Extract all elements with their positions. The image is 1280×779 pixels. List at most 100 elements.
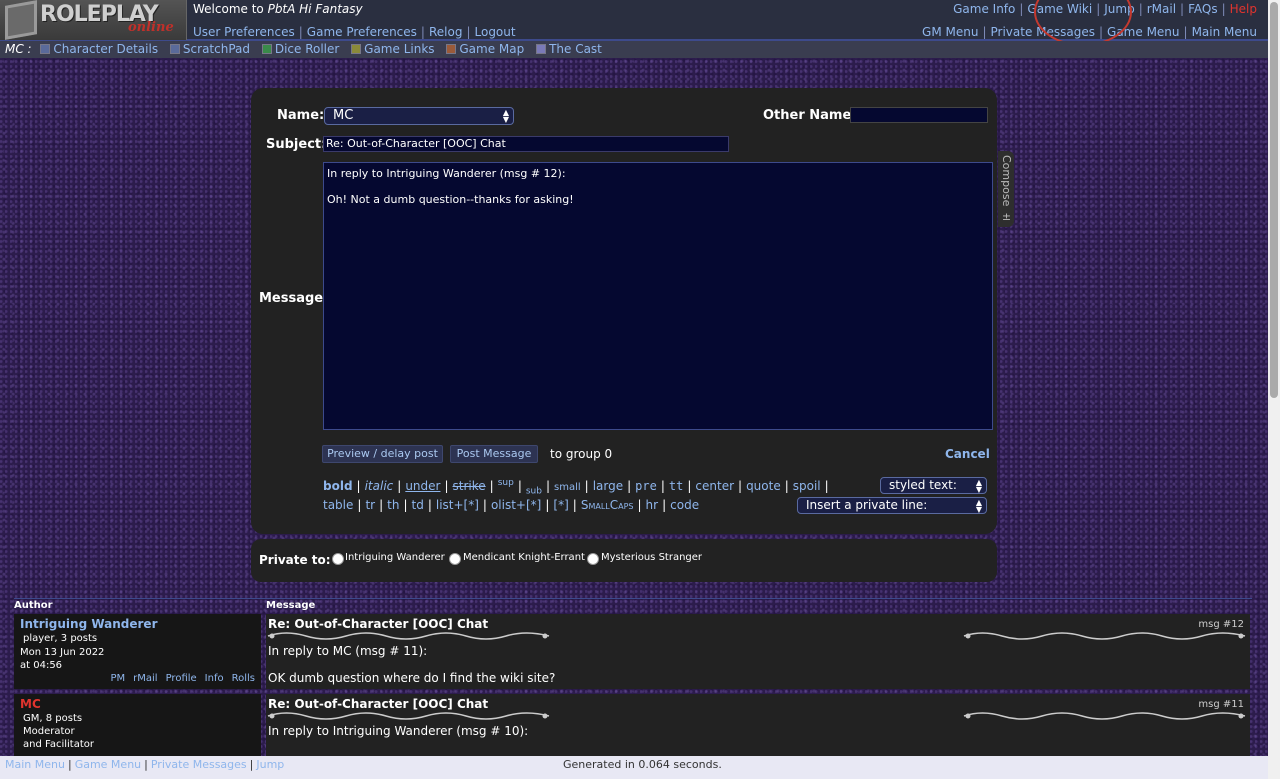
format-list[interactable]: list+[*] bbox=[436, 498, 479, 512]
format-sup[interactable]: sup bbox=[498, 478, 514, 488]
subnav-item-game-links[interactable]: Game Links bbox=[351, 42, 435, 56]
subnav-item-the-cast[interactable]: The Cast bbox=[536, 42, 602, 56]
format-list-item[interactable]: [*] bbox=[553, 498, 568, 512]
message-textarea[interactable]: In reply to Intriguing Wanderer (msg # 1… bbox=[323, 162, 993, 430]
welcome-text: Welcome to PbtA Hi Fantasy bbox=[193, 2, 363, 16]
footer-jump-link[interactable]: Jump bbox=[256, 758, 284, 771]
footer-game-menu-link[interactable]: Game Menu bbox=[75, 758, 141, 771]
help-link[interactable]: Help bbox=[1230, 2, 1257, 16]
format-quote[interactable]: quote bbox=[746, 479, 781, 493]
game-wiki-link[interactable]: Game Wiki bbox=[1027, 2, 1092, 16]
rmail-link[interactable]: rMail bbox=[133, 673, 157, 684]
format-hr[interactable]: hr bbox=[646, 498, 659, 512]
game-preferences-link[interactable]: Game Preferences bbox=[307, 25, 417, 39]
logo-cube-icon bbox=[5, 0, 37, 40]
right-flourish-ornament bbox=[963, 712, 1246, 720]
profile-link[interactable]: Profile bbox=[166, 673, 197, 684]
post-time: at 04:56 bbox=[20, 660, 63, 671]
top-right-links: Game Info | Game Wiki | Jump | rMail | FAQs | Help bbox=[953, 2, 1257, 16]
format-olist[interactable]: olist+[*] bbox=[491, 498, 541, 512]
right-flourish-ornament bbox=[963, 632, 1246, 640]
game-info-link[interactable]: Game Info bbox=[953, 2, 1015, 16]
scrollbar-thumb[interactable] bbox=[1270, 2, 1278, 398]
select-arrows-icon: ▲ ▼ bbox=[975, 478, 982, 494]
format-spoil[interactable]: spoil bbox=[793, 479, 821, 493]
footer-main-menu-link[interactable]: Main Menu bbox=[5, 758, 65, 771]
cancel-link[interactable]: Cancel bbox=[945, 447, 990, 461]
subnav-item-character-details[interactable]: Character Details bbox=[40, 42, 158, 56]
styled-text-select[interactable]: styled text: ▲ ▼ bbox=[880, 477, 987, 494]
author-role: and Facilitator bbox=[23, 739, 94, 750]
format-th[interactable]: th bbox=[387, 498, 399, 512]
site-logo[interactable]: ROLEPLAY online bbox=[0, 0, 187, 40]
vertical-scrollbar[interactable] bbox=[1268, 0, 1280, 779]
message-column-header: Message bbox=[266, 600, 316, 611]
format-tr[interactable]: tr bbox=[365, 498, 375, 512]
private-checkbox-mendicant-knight-errant[interactable] bbox=[449, 553, 461, 565]
private-recipient-label: Intriguing Wanderer bbox=[345, 552, 445, 563]
private-to-panel: Private to: Intriguing Wanderer Mendican… bbox=[251, 539, 997, 582]
format-toolbar-row-1: bold | italic | under | strike | sup | sub | small | l… bbox=[323, 478, 829, 497]
format-large[interactable]: large bbox=[593, 479, 623, 493]
author-info: GM, 8 posts bbox=[23, 713, 83, 724]
user-preferences-link[interactable]: User Preferences bbox=[193, 25, 295, 39]
compose-panel: Name: MC ▲ ▼ Other Name: Subject: Re: Out-… bbox=[251, 88, 1014, 534]
main-menu-link[interactable]: Main Menu bbox=[1192, 25, 1257, 39]
subnav-item-game-map[interactable]: Game Map bbox=[446, 42, 524, 56]
left-flourish-ornament bbox=[267, 712, 550, 720]
format-italic[interactable]: italic bbox=[365, 479, 394, 493]
other-name-input[interactable] bbox=[850, 107, 988, 123]
author-links: PM rMail Profile Info Rolls bbox=[102, 673, 255, 684]
format-code[interactable]: code bbox=[670, 498, 699, 512]
format-tt[interactable]: tt bbox=[669, 479, 683, 493]
name-select[interactable]: MC ▲ ▼ bbox=[324, 107, 514, 125]
format-smallcaps[interactable]: SmallCaps bbox=[581, 498, 634, 512]
format-sub[interactable]: sub bbox=[526, 486, 542, 496]
generation-time: Generated in 0.064 seconds. bbox=[563, 758, 722, 771]
to-group-text: to group 0 bbox=[550, 447, 613, 461]
author-name[interactable]: Intriguing Wanderer bbox=[20, 617, 157, 631]
subnav-item-dice-roller[interactable]: Dice Roller bbox=[261, 42, 339, 56]
private-checkbox-mysterious-stranger[interactable] bbox=[587, 553, 599, 565]
select-arrows-icon: ▲ ▼ bbox=[502, 108, 509, 124]
format-strike[interactable]: strike bbox=[453, 479, 486, 493]
author-cell: MC GM, 8 posts Moderator and Facilitator bbox=[14, 694, 261, 756]
author-name[interactable]: MC bbox=[20, 697, 41, 711]
faqs-link[interactable]: FAQs bbox=[1188, 2, 1218, 16]
author-info: player, 3 posts bbox=[23, 633, 98, 644]
message-text: In reply to MC (msg # 11): bbox=[268, 644, 428, 658]
private-messages-link[interactable]: Private Messages bbox=[990, 25, 1095, 39]
current-character: MC : bbox=[5, 42, 32, 56]
gm-menu-link[interactable]: GM Menu bbox=[922, 25, 978, 39]
author-cell: Intriguing Wanderer player, 3 posts Mon … bbox=[14, 614, 261, 689]
post-message-button[interactable]: Post Message bbox=[450, 445, 538, 463]
format-small[interactable]: small bbox=[554, 482, 581, 493]
format-bold[interactable]: bold bbox=[323, 479, 353, 493]
info-link[interactable]: Info bbox=[205, 673, 224, 684]
format-center[interactable]: center bbox=[695, 479, 734, 493]
cast-list-icon bbox=[536, 44, 547, 54]
grid-icon bbox=[351, 44, 362, 54]
private-line-select[interactable]: Insert a private line: ▲ ▼ bbox=[797, 497, 987, 514]
message-number[interactable]: msg #12 bbox=[1198, 619, 1244, 630]
format-under[interactable]: under bbox=[405, 479, 440, 493]
jump-link[interactable]: Jump bbox=[1104, 2, 1134, 16]
subnav-item-scratchpad[interactable]: ScratchPad bbox=[169, 42, 250, 56]
footer-private-messages-link[interactable]: Private Messages bbox=[151, 758, 247, 771]
preview-delay-post-button[interactable]: Preview / delay post bbox=[322, 445, 443, 463]
format-toolbar-row-2: table | tr | th | td | list+[*] | olist+[*] | [*] | Sm… bbox=[323, 498, 700, 512]
compose-toggle-tab[interactable]: Compose ± bbox=[998, 151, 1014, 227]
rmail-link[interactable]: rMail bbox=[1147, 2, 1176, 16]
message-cell: Re: Out-of-Character [OOC] Chat msg #12 … bbox=[266, 614, 1250, 689]
game-menu-link[interactable]: Game Menu bbox=[1107, 25, 1180, 39]
subject-input[interactable]: Re: Out-of-Character [OOC] Chat bbox=[323, 136, 729, 152]
message-number[interactable]: msg #11 bbox=[1198, 699, 1244, 710]
logout-link[interactable]: Logout bbox=[475, 25, 516, 39]
format-td[interactable]: td bbox=[412, 498, 424, 512]
relog-link[interactable]: Relog bbox=[429, 25, 462, 39]
rolls-link[interactable]: Rolls bbox=[232, 673, 255, 684]
pm-link[interactable]: PM bbox=[110, 673, 125, 684]
format-pre[interactable]: pre bbox=[635, 479, 657, 493]
private-checkbox-intriguing-wanderer[interactable] bbox=[332, 553, 344, 565]
format-table[interactable]: table bbox=[323, 498, 353, 512]
